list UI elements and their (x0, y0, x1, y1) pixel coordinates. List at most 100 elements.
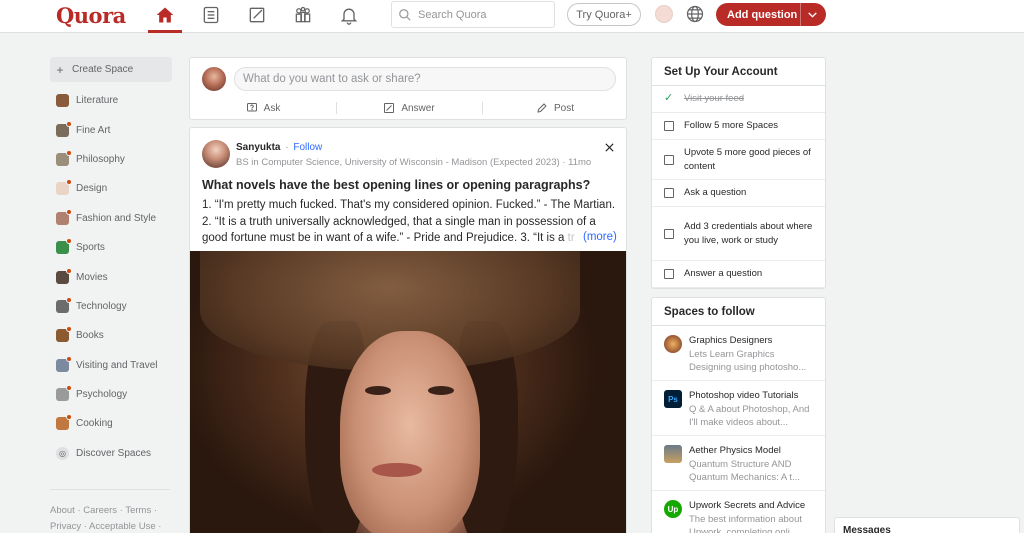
sidebar-item-sports[interactable]: Sports (50, 233, 172, 262)
sidebar-item-label: Visiting and Travel (76, 359, 158, 371)
sidebar-item-label: Design (76, 183, 108, 195)
profile-avatar[interactable] (655, 5, 673, 23)
author-line: Sanyukta · Follow (236, 142, 323, 153)
spaces-title: Spaces to follow (652, 298, 825, 326)
checkmark-icon[interactable]: ✓ (664, 92, 674, 106)
setup-title: Set Up Your Account (652, 58, 825, 86)
sidebar-item-label: Literature (76, 95, 119, 107)
left-sidebar: + Create Space Literature Fine Art Philoso… (50, 57, 172, 468)
sidebar-item-literature[interactable]: Literature (50, 86, 172, 115)
question-title[interactable]: What novels have the best opening lines … (202, 178, 622, 192)
author-credential: BS in Computer Science, University of Wi… (236, 157, 592, 168)
sidebar-item-philosophy[interactable]: Philosophy (50, 145, 172, 174)
footer-line-2[interactable]: Privacy · Acceptable Use · (50, 519, 175, 533)
quora-logo[interactable]: Quora (56, 3, 126, 28)
post-image[interactable] (190, 251, 626, 533)
ask-button[interactable]: Ask (190, 98, 336, 118)
sidebar-item-technology[interactable]: Technology (50, 292, 172, 321)
sidebar-item-label: Fashion and Style (76, 212, 157, 224)
try-quora-plus-button[interactable]: Try Quora+ (567, 3, 641, 26)
discover-spaces-label: Discover Spaces (76, 447, 152, 459)
space-suggestion[interactable]: Up Upwork Secrets and Advice The best info… (652, 491, 825, 533)
notification-dot (66, 296, 72, 303)
answer-edit-icon[interactable] (240, 3, 274, 27)
notification-dot (66, 179, 72, 186)
notifications-bell-icon[interactable] (332, 3, 366, 27)
sidebar-item-fine-art[interactable]: Fine Art (50, 115, 172, 144)
movies-thumb (56, 267, 72, 284)
notification-dot (66, 355, 72, 362)
spaces-icon[interactable] (286, 3, 320, 27)
more-link[interactable]: (more) (581, 231, 617, 243)
setup-account-box: Set Up Your Account ✓ Visit your feed Foll… (651, 57, 826, 289)
travel-thumb (56, 355, 72, 372)
notification-dot (66, 238, 72, 245)
home-icon[interactable] (148, 3, 182, 27)
ask-input[interactable]: What do you want to ask or share? (234, 67, 616, 91)
checkbox[interactable] (664, 188, 674, 198)
space-suggestion[interactable]: Ps Photoshop video Tutorials Q & A about P… (652, 381, 825, 436)
sidebar-divider (50, 489, 170, 490)
follow-link[interactable]: Follow (293, 142, 322, 153)
setup-task[interactable]: ✓ Visit your feed (652, 86, 825, 113)
space-description: Q & A about Photoshop, And I'll make vid… (689, 403, 810, 429)
sidebar-item-psychology[interactable]: Psychology (50, 380, 172, 409)
plus-icon: + (56, 62, 64, 77)
space-name[interactable]: Upwork Secrets and Advice (689, 499, 817, 513)
following-icon[interactable] (194, 3, 228, 27)
space-name[interactable]: Aether Physics Model (689, 444, 817, 458)
checkbox[interactable] (664, 154, 674, 165)
sidebar-item-movies[interactable]: Movies (50, 262, 172, 291)
notification-dot (66, 120, 72, 127)
sidebar-item-fashion-and-style[interactable]: Fashion and Style (50, 204, 172, 233)
post-pencil-icon (537, 103, 547, 113)
space-name[interactable]: Graphics Designers (689, 334, 817, 348)
checkbox[interactable] (664, 121, 674, 131)
fashion-thumb (56, 208, 72, 225)
setup-task[interactable]: Ask a question (652, 180, 825, 207)
language-globe-icon[interactable] (685, 4, 705, 24)
sidebar-item-design[interactable]: Design (50, 174, 172, 203)
setup-task-label: Ask a question (684, 187, 747, 199)
checkbox[interactable] (664, 269, 674, 279)
upwork-icon: Up (664, 500, 682, 518)
checkbox[interactable] (664, 228, 674, 239)
sidebar-item-label: Books (76, 330, 104, 342)
sidebar-item-label: Philosophy (76, 153, 125, 165)
space-suggestion[interactable]: Graphics Designers Lets Learn Graphics De… (652, 326, 825, 381)
space-suggestion[interactable]: Aether Physics Model Quantum Structure AN… (652, 436, 825, 491)
ask-actions: Ask Answer Post (190, 98, 628, 118)
author-avatar[interactable] (202, 140, 230, 168)
sidebar-item-label: Fine Art (76, 124, 111, 136)
setup-task[interactable]: Answer a question (652, 261, 825, 288)
compass-icon: ◎ (56, 446, 69, 460)
sidebar-item-books[interactable]: Books (50, 321, 172, 350)
post-button[interactable]: Post (482, 98, 628, 118)
search-box[interactable] (391, 1, 555, 28)
sidebar-item-cooking[interactable]: Cooking (50, 409, 172, 438)
space-name[interactable]: Photoshop video Tutorials (689, 389, 817, 403)
setup-task[interactable]: Upvote 5 more good pieces of content (652, 140, 825, 180)
search-input[interactable] (418, 8, 548, 21)
post-label: Post (553, 102, 574, 114)
answer-excerpt[interactable]: 1. “I'm pretty much fucked. That's my co… (202, 197, 618, 247)
add-question-button[interactable]: Add question (716, 3, 826, 26)
messages-panel[interactable]: Messages (834, 517, 1020, 533)
discover-spaces-link[interactable]: ◎ Discover Spaces (50, 439, 172, 468)
sidebar-item-label: Cooking (76, 418, 113, 430)
close-icon[interactable] (602, 140, 616, 154)
ask-question-icon (246, 103, 257, 112)
setup-task-label: Visit your feed (684, 93, 745, 105)
setup-task[interactable]: Add 3 credentials about where you live, … (652, 207, 825, 261)
setup-task[interactable]: Follow 5 more Spaces (652, 113, 825, 140)
create-space-button[interactable]: + Create Space (50, 57, 172, 82)
answer-button[interactable]: Answer (336, 98, 482, 118)
sidebar-item-visiting-and-travel[interactable]: Visiting and Travel (50, 351, 172, 380)
notification-dot (66, 208, 72, 215)
author-name[interactable]: Sanyukta (236, 142, 280, 153)
user-avatar[interactable] (202, 67, 226, 91)
footer-line-1[interactable]: About · Careers · Terms · (50, 503, 175, 519)
top-bar: Quora Try Quora+ Add question (0, 0, 1024, 33)
chevron-down-icon[interactable] (806, 8, 819, 21)
psychology-thumb (56, 385, 72, 402)
